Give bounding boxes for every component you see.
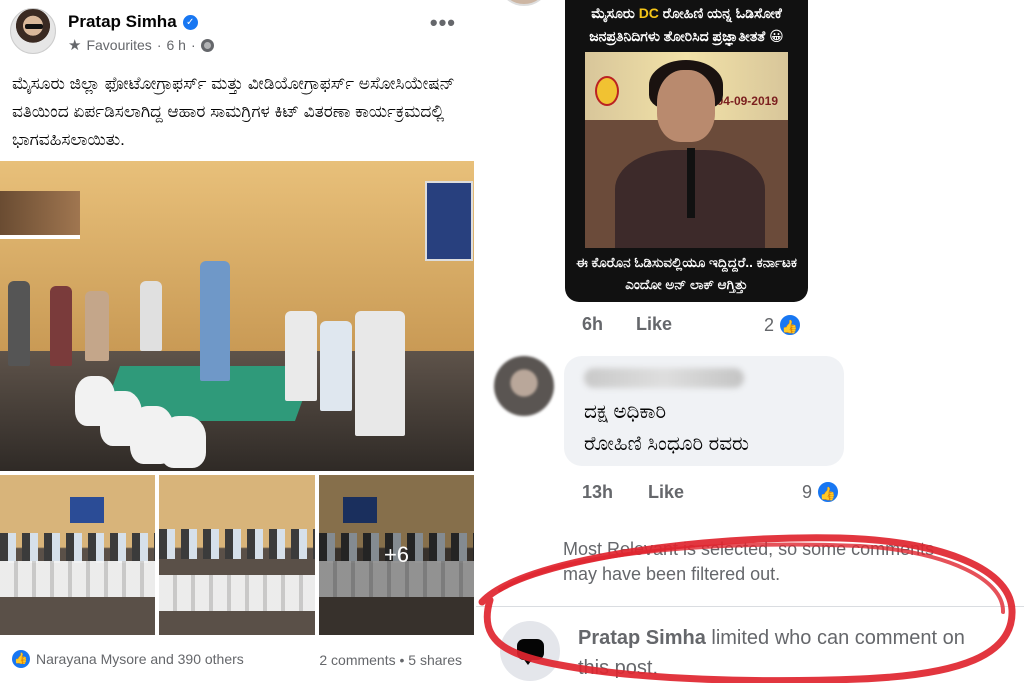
limit-notice-name[interactable]: Pratap Simha xyxy=(578,627,706,649)
filter-note: Most Relevant is selected, so some comme… xyxy=(563,539,935,584)
shares-count[interactable]: 5 shares xyxy=(408,652,462,668)
like-reaction-icon: 👍 xyxy=(12,650,30,668)
like-reaction-icon: 👍 xyxy=(778,313,803,337)
audience-label: Favourites xyxy=(86,37,152,53)
post-photo-2[interactable] xyxy=(0,475,155,635)
comment-limit-notice: Pratap Simha limited who can comment on … xyxy=(578,623,998,683)
more-photos-count[interactable]: +6 xyxy=(319,475,474,635)
comment1-like-button[interactable]: Like xyxy=(636,314,672,335)
meme-top-highlight: DC xyxy=(638,5,659,21)
meta-separator: · xyxy=(156,37,162,53)
banner-date: 04-09-2019 xyxy=(716,94,778,108)
comment1-like-count: 2 xyxy=(764,314,775,335)
comment2-line1: ದಕ್ಷ ಅಧಿಕಾರಿ xyxy=(584,401,667,423)
post-photo-main[interactable] xyxy=(0,161,474,471)
microphone-icon xyxy=(687,148,695,218)
reactions-summary[interactable]: 👍 Narayana Mysore and 390 others xyxy=(12,650,244,668)
author-name[interactable]: Pratap Simha ✓ xyxy=(68,12,198,32)
post-header: Pratap Simha ✓ ★ Favourites · 6 h · ••• xyxy=(10,8,466,56)
meme-top-part1: ಮೈಸೂರು xyxy=(591,5,639,21)
meme-photo: 04-09-2019 xyxy=(585,52,788,248)
meta-separator-2: · xyxy=(190,37,196,53)
counts-separator: • xyxy=(399,652,409,668)
divider xyxy=(476,606,1024,607)
comments-panel: ಮೈಸೂರು DC ರೋಹಿಣಿ ಯನ್ನ ಓಡಿಸೋಕೆ ಜನಪ್ರತಿನಿದ… xyxy=(476,0,1024,683)
post-photo-3[interactable] xyxy=(159,475,315,635)
comment2-text: ದಕ್ಷ ಅಧಿಕಾರಿ ರೋಹಿಣಿ ಸಿಂಧೂರಿ ರವರು xyxy=(584,396,749,460)
like-reaction-icon: 👍 xyxy=(816,480,841,504)
comment2-reactions[interactable]: 9 👍 xyxy=(802,480,841,504)
post-meta: ★ Favourites · 6 h · xyxy=(68,36,214,54)
comment-meme-image[interactable]: ಮೈಸೂರು DC ರೋಹಿಣಿ ಯನ್ನ ಓಡಿಸೋಕೆ ಜನಪ್ರತಿನಿದ… xyxy=(565,0,808,302)
post-photo-4[interactable]: +6 xyxy=(319,475,474,635)
commenter-avatar-1[interactable] xyxy=(502,0,546,6)
reactions-text[interactable]: Narayana Mysore and 390 others xyxy=(36,651,244,667)
comment2-line2: ರೋಹಿಣಿ ಸಿಂಧೂರಿ ರವರು xyxy=(584,433,749,455)
more-options-button[interactable]: ••• xyxy=(430,10,456,36)
globe-icon xyxy=(200,38,214,52)
engagement-counts: 2 comments • 5 shares xyxy=(319,652,462,668)
verified-badge-icon: ✓ xyxy=(182,14,198,30)
author-avatar[interactable] xyxy=(10,8,56,54)
comment2-time[interactable]: 13h xyxy=(582,482,613,503)
comment2-like-count: 9 xyxy=(802,481,813,502)
post-time[interactable]: 6 h xyxy=(166,37,185,53)
facebook-post: Pratap Simha ✓ ★ Favourites · 6 h · ••• … xyxy=(0,0,476,683)
author-name-text[interactable]: Pratap Simha xyxy=(68,12,177,32)
star-icon: ★ xyxy=(68,37,82,54)
commenter-avatar-2[interactable] xyxy=(494,356,554,416)
comments-count[interactable]: 2 comments xyxy=(319,652,395,668)
comment1-time[interactable]: 6h xyxy=(582,314,603,335)
comment1-reactions[interactable]: 2 👍 xyxy=(764,313,803,337)
meme-top-caption: ಮೈಸೂರು DC ರೋಹಿಣಿ ಯನ್ನ ಓಡಿಸೋಕೆ ಜನಪ್ರತಿನಿದ… xyxy=(571,2,802,48)
meme-bottom-caption: ಈ ಕೊರೊನ ಓಡಿಸುವಲ್ಲಿಯೂ ಇದ್ದಿದ್ದರೆ.. ಕರ್ನಾಟ… xyxy=(576,255,797,292)
comment-limited-icon xyxy=(500,621,560,681)
commenter-name-blurred[interactable] xyxy=(584,368,744,388)
comment2-bubble: ದಕ್ಷ ಅಧಿಕಾರಿ ರೋಹಿಣಿ ಸಿಂಧೂರಿ ರವರು xyxy=(564,356,844,466)
post-text: ಮೈಸೂರು ಜಿಲ್ಲಾ ಫೋಟೋಗ್ರಾಫರ್ಸ್ ಮತ್ತು ವೀಡಿಯೋ… xyxy=(12,74,455,149)
emblem-icon xyxy=(595,76,619,106)
comment2-like-button[interactable]: Like xyxy=(648,482,684,503)
